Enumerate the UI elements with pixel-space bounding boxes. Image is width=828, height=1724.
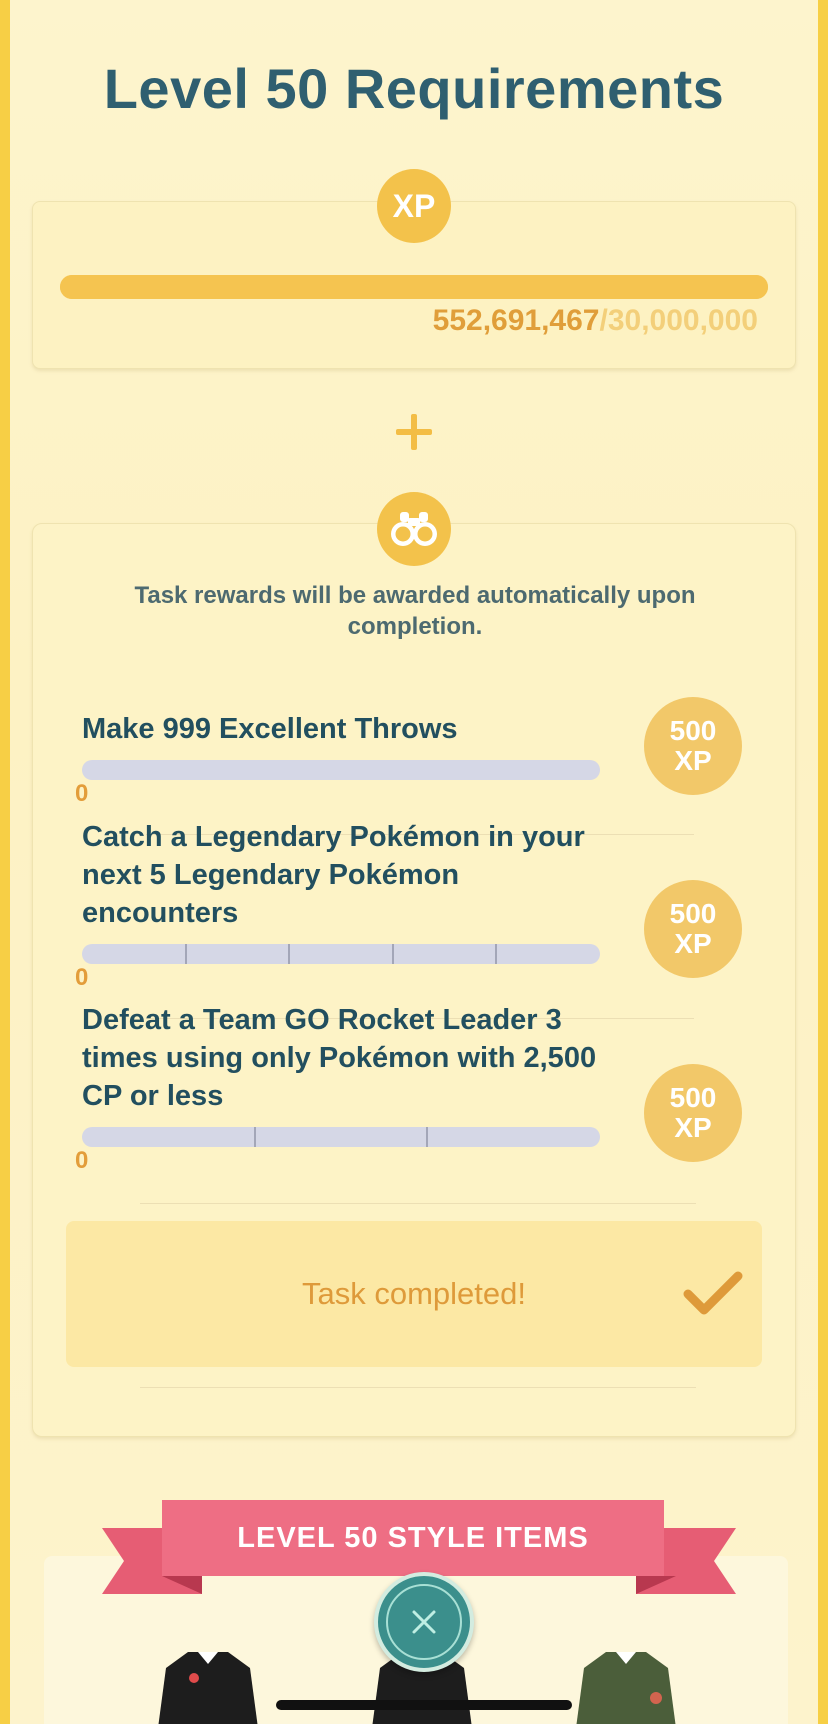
close-button[interactable]: [374, 1572, 474, 1672]
checkmark-icon: [682, 1268, 744, 1323]
xp-badge: XP: [377, 169, 451, 243]
task-progress-bar: [82, 1127, 600, 1147]
task-progress-count: 0: [75, 1147, 89, 1174]
xp-progress-text: 552,691,467/30,000,000: [433, 304, 758, 338]
task-title: Defeat a Team GO Rocket Leader 3 times u…: [82, 1004, 597, 1112]
reward-unit: XP: [674, 1112, 712, 1143]
task-item: Make 999 Excellent Throws 0: [75, 710, 642, 807]
xp-current-value: 552,691,467: [432, 304, 600, 337]
jacket-item-green[interactable]: [576, 1648, 676, 1724]
plus-icon: [394, 412, 434, 452]
style-items-title: LEVEL 50 STYLE ITEMS: [162, 1500, 664, 1576]
home-indicator[interactable]: [276, 1700, 572, 1710]
xp-separator: /: [599, 304, 608, 337]
divider: [140, 1387, 696, 1388]
binoculars-icon: [377, 492, 451, 566]
task-progress-count: 0: [75, 964, 89, 991]
task-progress-count: 0: [75, 780, 89, 807]
task-item: Catch a Legendary Pokémon in your next 5…: [75, 818, 642, 991]
task-title: Make 999 Excellent Throws: [82, 713, 458, 745]
task-progress-bar: [82, 944, 600, 964]
task-item: Defeat a Team GO Rocket Leader 3 times u…: [75, 1001, 642, 1174]
reward-unit: XP: [674, 928, 712, 959]
task-reward-badge: 500 XP: [644, 880, 742, 978]
xp-progress-bar: [60, 275, 768, 299]
task-completed-banner: Task completed!: [66, 1221, 762, 1367]
level-requirements-screen: Level 50 Requirements XP 552,691,467/30,…: [10, 0, 818, 1724]
jacket-item-black[interactable]: [158, 1648, 258, 1724]
task-rewards-notice: Task rewards will be awarded automatical…: [134, 582, 696, 640]
reward-unit: XP: [674, 745, 712, 776]
reward-amount: 500: [669, 898, 717, 929]
page-title: Level 50 Requirements: [103, 57, 725, 120]
xp-progress-fill: [60, 275, 768, 299]
reward-amount: 500: [669, 715, 717, 746]
task-completed-label: Task completed!: [302, 1276, 526, 1311]
xp-goal-value: 30,000,000: [607, 304, 758, 337]
reward-amount: 500: [669, 1082, 717, 1113]
task-progress-bar: [82, 760, 600, 780]
task-reward-badge: 500 XP: [644, 1064, 742, 1162]
divider: [140, 1203, 696, 1204]
task-reward-badge: 500 XP: [644, 697, 742, 795]
task-title: Catch a Legendary Pokémon in your next 5…: [82, 821, 585, 929]
close-icon: [412, 1610, 436, 1634]
